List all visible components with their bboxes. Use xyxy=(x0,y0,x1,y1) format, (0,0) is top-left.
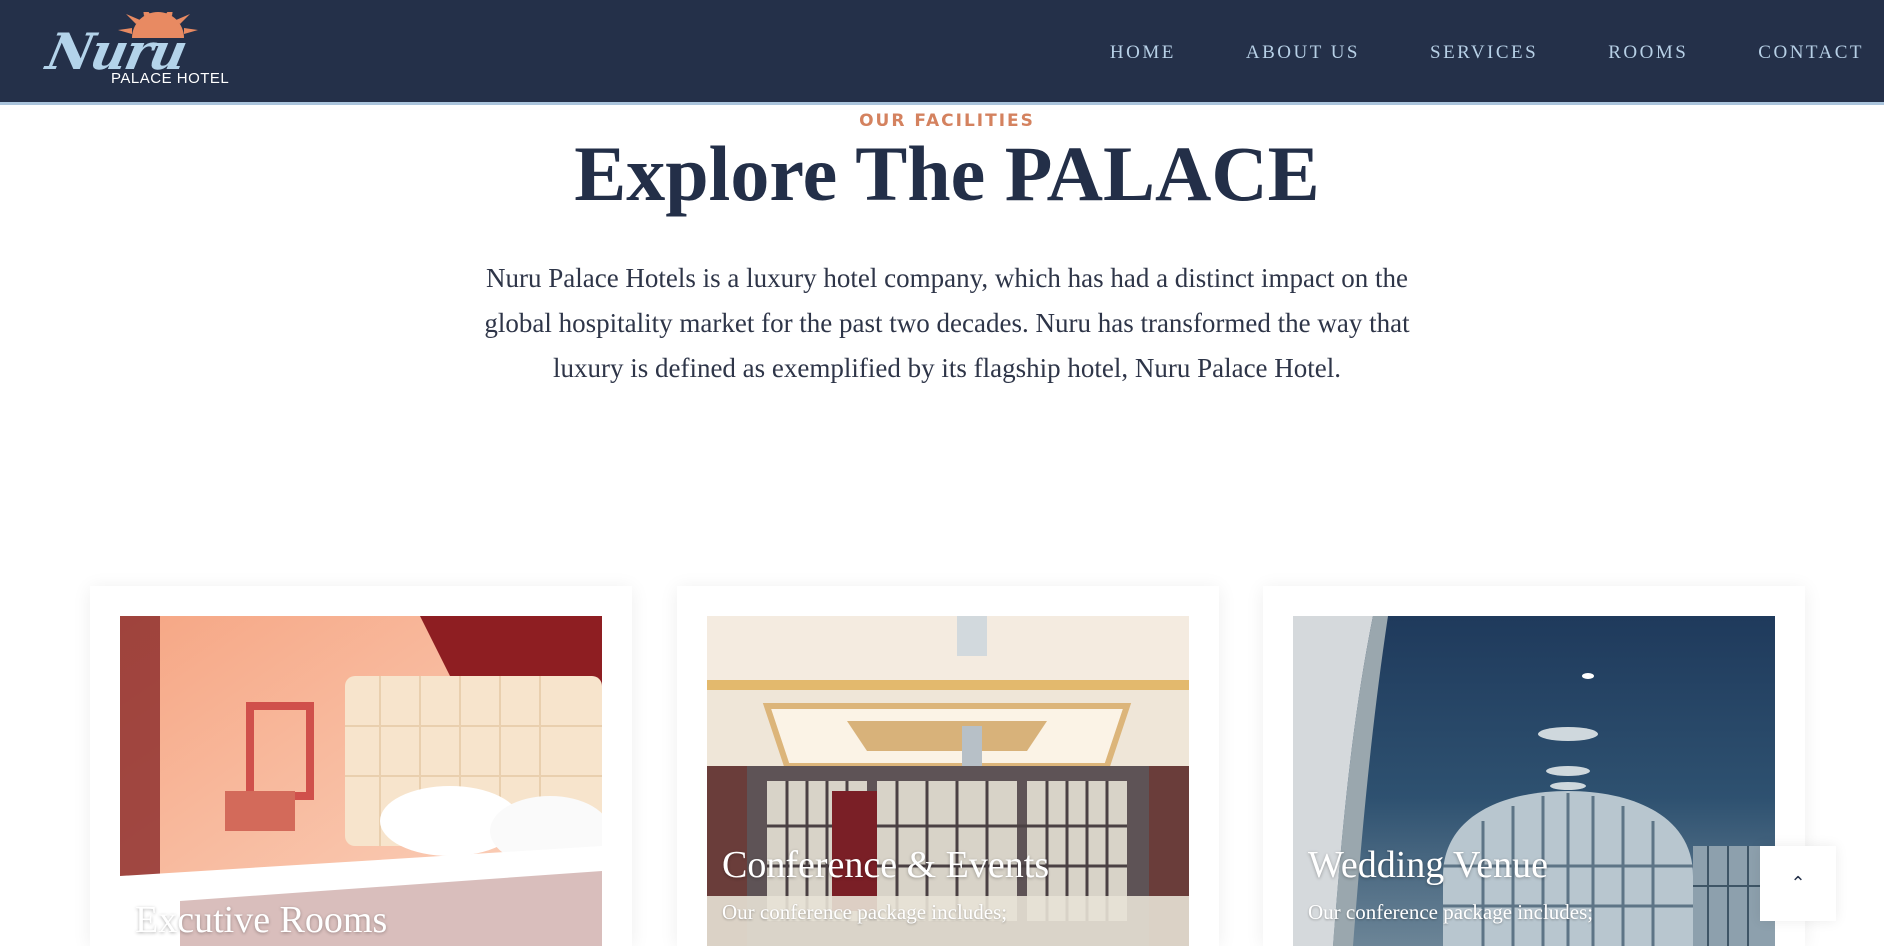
nav-contact[interactable]: CONTACT xyxy=(1758,42,1864,64)
facility-card-wedding[interactable]: Wedding Venue Our conference package inc… xyxy=(1263,586,1805,946)
card-title: Wedding Venue xyxy=(1308,844,1549,886)
nav-services[interactable]: SERVICES xyxy=(1430,42,1538,64)
conference-photo xyxy=(707,616,1189,946)
card-title: Excutive Rooms xyxy=(135,899,388,941)
facility-card-conference[interactable]: Conference & Events Our conference packa… xyxy=(677,586,1219,946)
logo-subtitle: PALACE HOTEL xyxy=(111,70,230,87)
card-title: Conference & Events xyxy=(722,844,1050,886)
scroll-to-top-button[interactable]: ⌃ xyxy=(1760,846,1836,921)
wedding-photo xyxy=(1293,616,1775,946)
nav-home[interactable]: HOME xyxy=(1110,42,1176,64)
section-title: Explore The PALACE xyxy=(574,130,1320,217)
chevron-up-icon: ⌃ xyxy=(1790,873,1806,894)
facility-card-rooms[interactable]: Excutive Rooms xyxy=(90,586,632,946)
nav-rooms[interactable]: ROOMS xyxy=(1608,42,1688,64)
main-nav: HOME ABOUT US SERVICES ROOMS CONTACT xyxy=(1040,0,1864,105)
logo[interactable]: Nuru PALACE HOTEL xyxy=(42,12,233,92)
card-text: Our conference package includes; xyxy=(722,900,1008,924)
card-text: Our conference package includes; xyxy=(1308,900,1594,924)
nav-about-us[interactable]: ABOUT US xyxy=(1246,42,1360,64)
rooms-photo xyxy=(120,616,602,946)
site-header: Nuru PALACE HOTEL HOME ABOUT US SERVICES… xyxy=(0,0,1884,105)
section-description: Nuru Palace Hotels is a luxury hotel com… xyxy=(484,263,1410,383)
